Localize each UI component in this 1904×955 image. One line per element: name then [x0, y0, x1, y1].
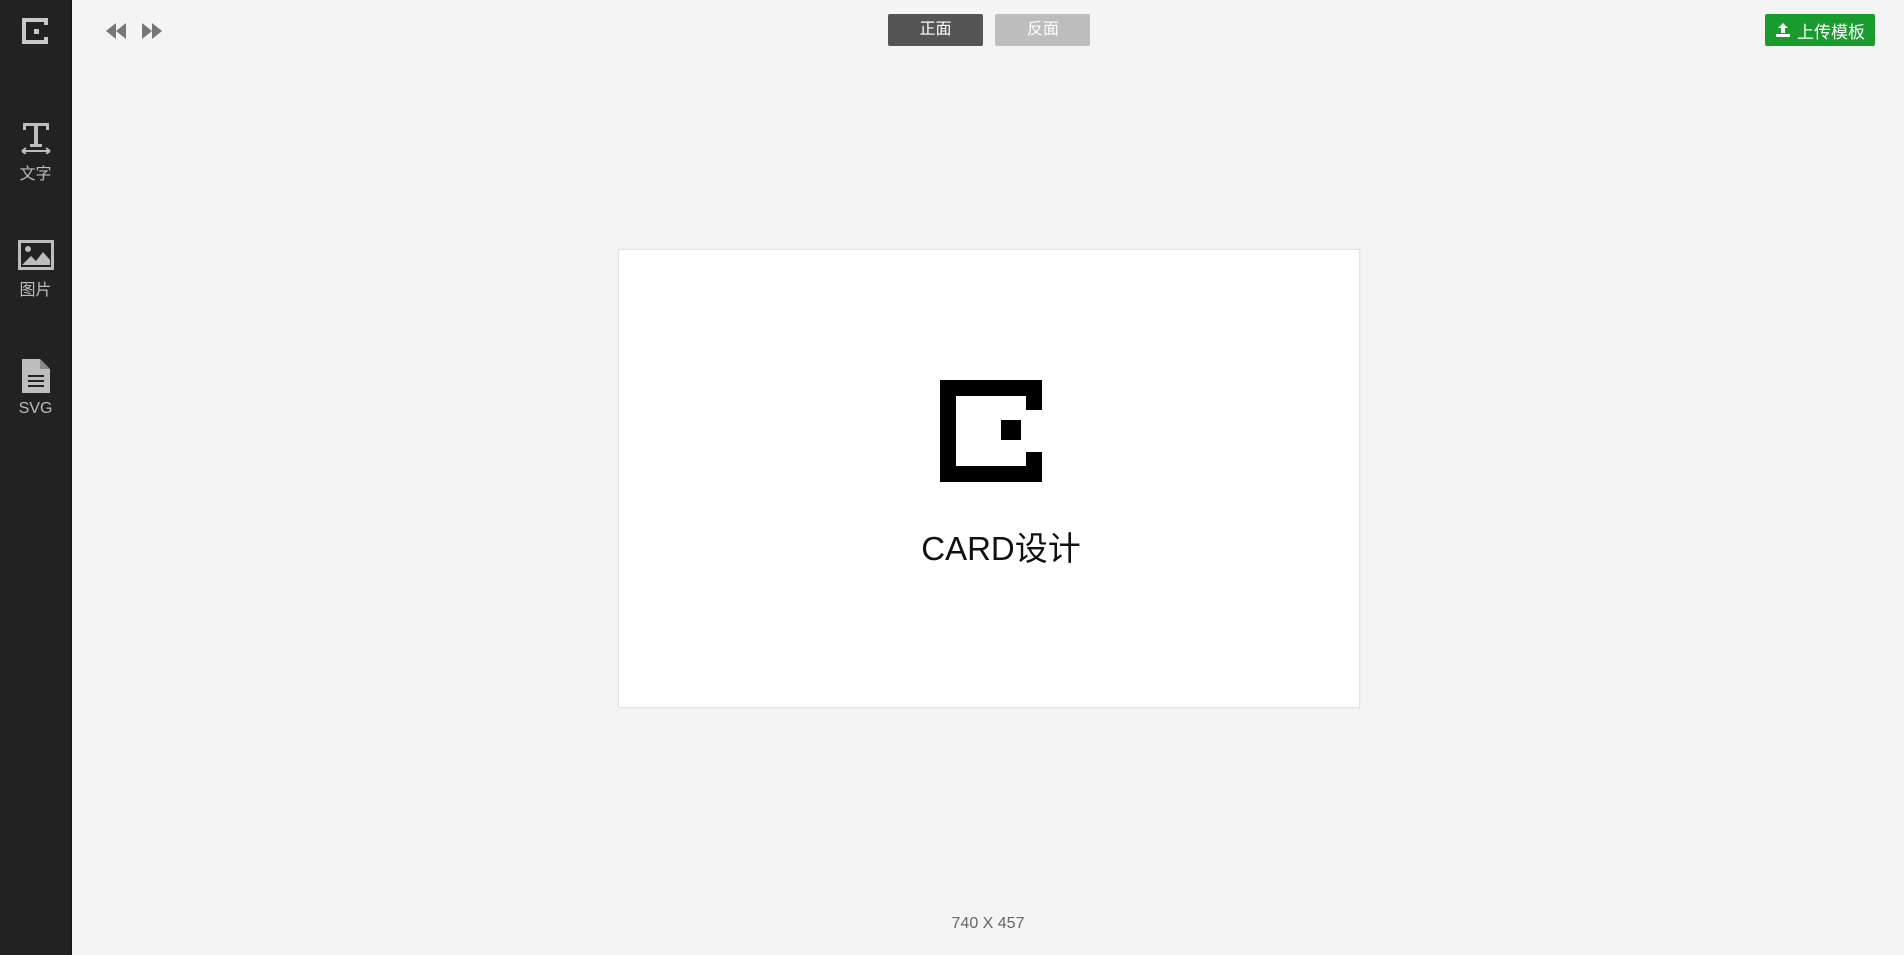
sidebar-tool-image-label: 图片 [19, 282, 52, 299]
rewind-icon[interactable] [104, 19, 128, 43]
history-controls [104, 19, 172, 48]
card-canvas[interactable]: CARD设计 [618, 249, 1360, 708]
upload-icon [1776, 23, 1790, 37]
sidebar-tool-image[interactable]: 图片 [0, 240, 71, 300]
card-title-text[interactable]: CARD设计 [619, 522, 1383, 570]
upload-template-label: 上传模板 [1797, 22, 1865, 42]
card-logo-icon[interactable] [940, 380, 1042, 482]
sidebar-tool-svg[interactable]: SVG [0, 358, 71, 418]
tab-back[interactable]: 反面 [995, 14, 1091, 46]
tab-front[interactable]: 正面 [888, 14, 983, 46]
canvas-dimensions: 740 X 457 [951, 915, 1025, 932]
sidebar-tool-svg-label: SVG [18, 400, 53, 417]
sidebar-tool-text-label: 文字 [19, 166, 52, 183]
image-icon [17, 240, 54, 270]
fast-forward-icon[interactable] [140, 19, 164, 43]
upload-template-button[interactable]: 上传模板 [1765, 14, 1875, 46]
text-icon [20, 123, 51, 154]
card-face-tabs: 正面 反面 [888, 14, 1098, 46]
left-sidebar: 文字 图片 SVG [0, 0, 72, 955]
file-icon [21, 359, 50, 393]
brand-logo-icon[interactable] [22, 18, 48, 44]
sidebar-tool-text[interactable]: 文字 [0, 120, 71, 184]
